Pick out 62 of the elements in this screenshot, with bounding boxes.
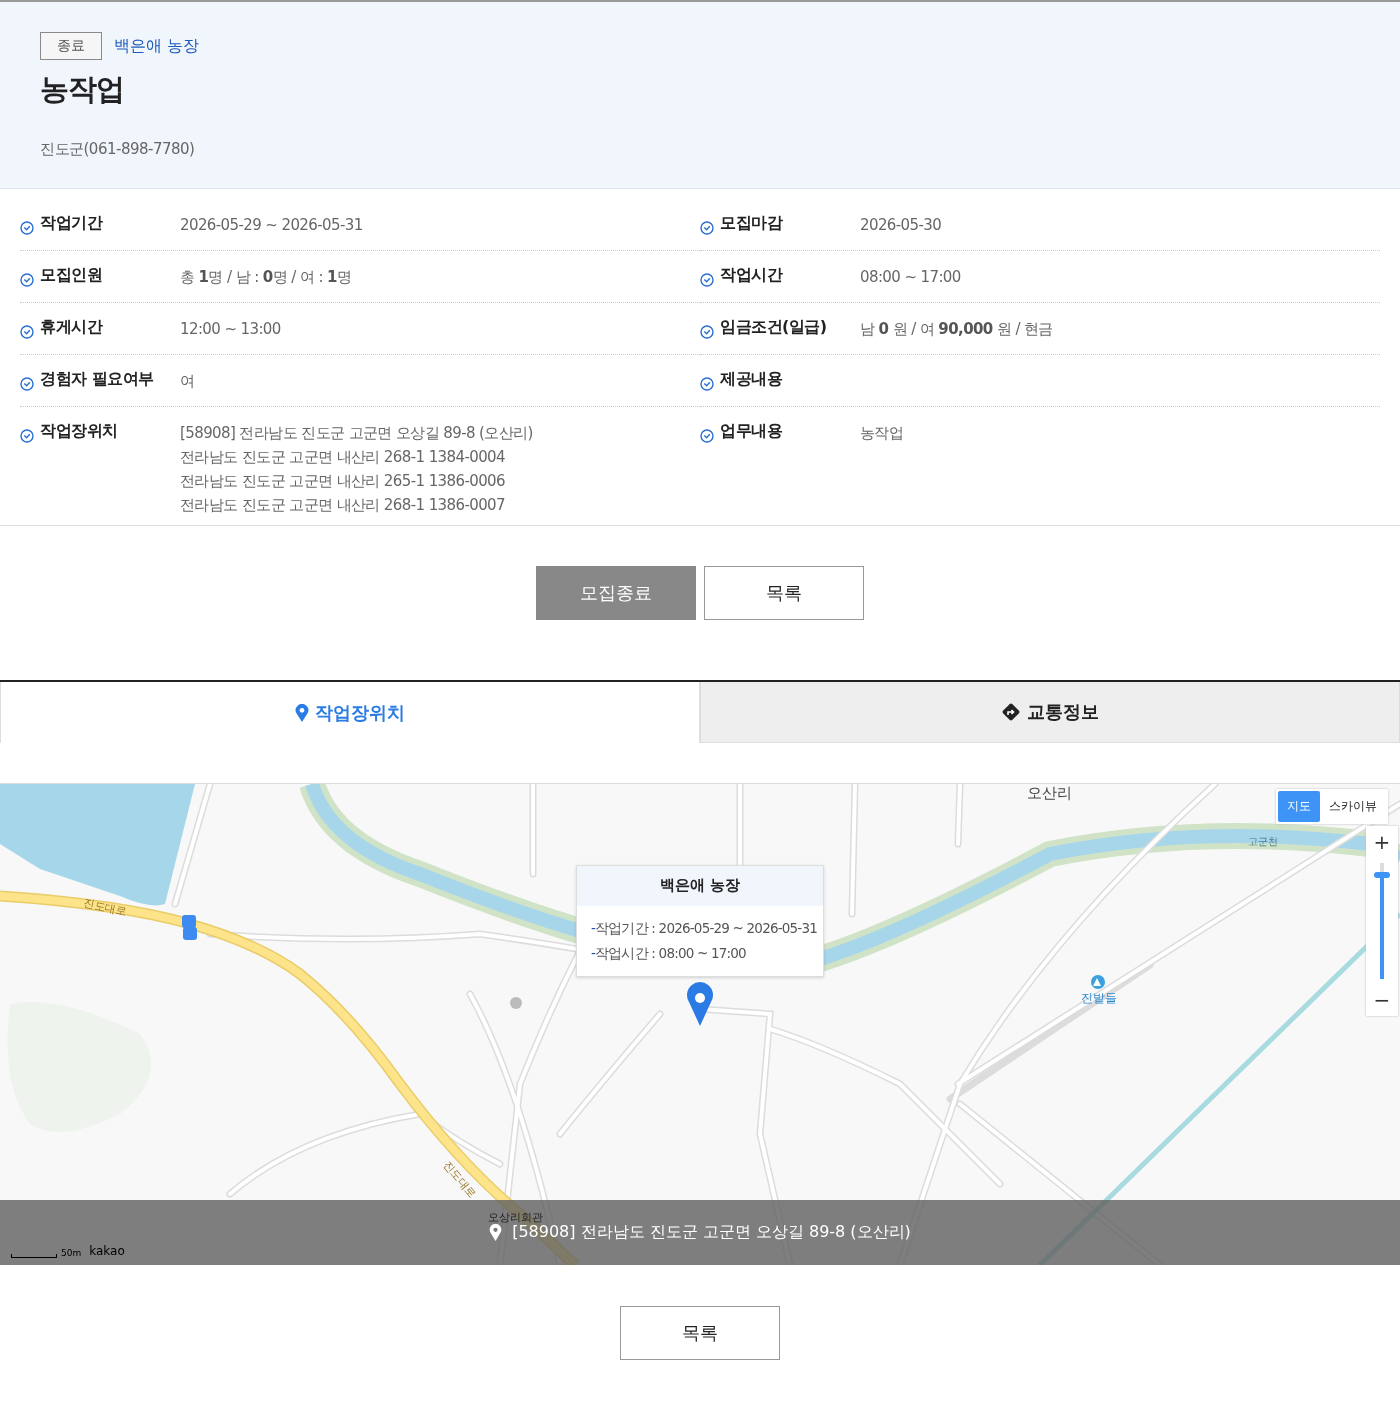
location-pin-icon [295, 703, 309, 722]
check-circle-icon [700, 273, 714, 287]
tab[interactable]: 교통정보 [700, 682, 1400, 743]
check-circle-icon [700, 377, 714, 391]
field-label: 업무내용 [720, 421, 782, 442]
field-label: 휴게시간 [40, 317, 102, 338]
check-circle-icon [700, 221, 714, 235]
farm-link[interactable]: 백은애 농장 [114, 35, 200, 57]
field-value: 12:00 ~ 13:00 [180, 319, 281, 340]
location-pin-icon [489, 1224, 503, 1241]
field-value: 여 [180, 371, 195, 392]
field-value: 08:00 ~ 17:00 [860, 267, 961, 288]
field-label: 모집마감 [720, 213, 782, 234]
check-circle-icon [700, 325, 714, 339]
field-label: 작업시간 [720, 265, 782, 286]
zoom-in-button[interactable]: + [1366, 826, 1398, 858]
field-label: 임금조건(일급) [720, 317, 827, 338]
map-pin-icon[interactable] [687, 982, 713, 1026]
field-value: 전라남도 진도군 고군면 내산리 268-1 1386-0007 [180, 495, 506, 516]
list-button[interactable]: 목록 [704, 566, 864, 620]
field-value: 2026-05-30 [860, 215, 942, 236]
place-label: 고군천 [1248, 835, 1278, 849]
tab[interactable]: 작업장위치 [0, 682, 700, 743]
field-label: 작업기간 [40, 213, 102, 234]
zoom-handle[interactable] [1374, 871, 1390, 878]
place-label: 오산리 [1027, 784, 1072, 803]
info-text: -작업기간 : 2026-05-29 ~ 2026-05-31 [591, 919, 815, 938]
scale-bar [11, 1254, 57, 1258]
field-value: 전라남도 진도군 고군면 내산리 268-1 1384-0004 [180, 447, 506, 468]
road-label: 진도대로 [81, 895, 129, 920]
map-brand-label: kakao [89, 1244, 125, 1258]
info-text: -작업시간 : 08:00 ~ 17:00 [591, 944, 747, 963]
field-value: [58908] 전라남도 진도군 고군면 오상길 89-8 (오산리) [180, 423, 533, 444]
contact-text: 진도군(061-898-7780) [40, 140, 196, 159]
check-circle-icon [20, 273, 34, 287]
scale-label: 50m [61, 1248, 82, 1258]
place-label: 진밭들 [1081, 990, 1117, 1007]
check-circle-icon [700, 429, 714, 443]
field-value: 농작업 [860, 423, 904, 444]
list-button[interactable]: 목록 [620, 1306, 780, 1360]
field-value: 남 0 원 / 여 90,000 원 / 현금 [860, 319, 1053, 340]
field-label: 경험자 필요여부 [40, 369, 154, 390]
status-badge: 종료 [40, 32, 102, 60]
place-label: 오상리회관 [488, 1210, 543, 1225]
field-label: 모집인원 [40, 265, 102, 286]
check-circle-icon [20, 429, 34, 443]
zoom-out-button[interactable]: − [1366, 984, 1398, 1016]
field-label: 제공내용 [720, 369, 782, 390]
field-value: 총 1명 / 남 : 0명 / 여 : 1명 [180, 267, 352, 288]
check-circle-icon [20, 377, 34, 391]
mountain-icon [1091, 975, 1105, 989]
bus-stop-icon[interactable] [182, 915, 197, 940]
info-title: 백은애 농장 [577, 866, 823, 906]
field-value: 2026-05-29 ~ 2026-05-31 [180, 215, 363, 236]
field-label: 작업장위치 [40, 421, 118, 442]
check-circle-icon [20, 325, 34, 339]
job-title: 농작업 [40, 71, 125, 108]
address-text: [58908] 전라남도 진도군 고군면 오상길 89-8 (오산리) [512, 1222, 911, 1243]
recruitment-closed-button[interactable]: 모집종료 [536, 566, 696, 620]
field-value: 전라남도 진도군 고군면 내산리 265-1 1386-0006 [180, 471, 506, 492]
building-dot-icon [510, 997, 522, 1009]
check-circle-icon [20, 221, 34, 235]
